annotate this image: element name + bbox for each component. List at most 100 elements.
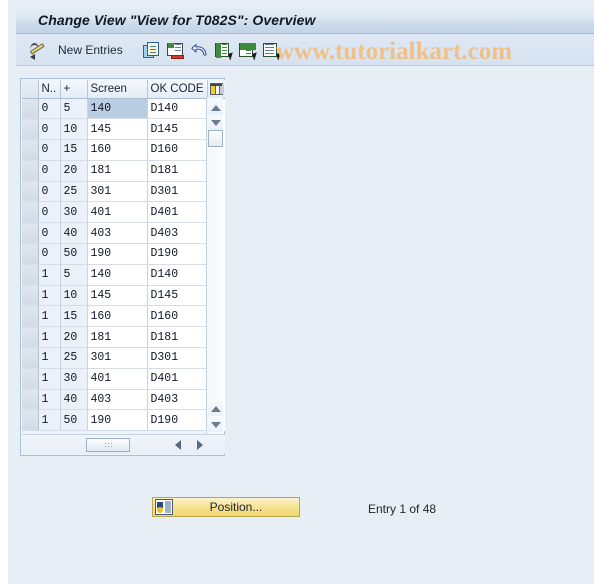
cell-screen[interactable]: 190	[87, 243, 148, 265]
cell-okcode[interactable]: D145	[147, 285, 208, 307]
table-row[interactable]: 0 20 181 D181	[22, 160, 225, 182]
edit-button[interactable]	[29, 40, 49, 60]
cell-screen[interactable]: 140	[87, 98, 148, 120]
column-header-select[interactable]	[22, 80, 39, 99]
cell-plus[interactable]: 40	[60, 222, 88, 245]
cell-screen[interactable]: 401	[87, 201, 148, 224]
cell-okcode[interactable]: D401	[147, 368, 208, 390]
cell-plus[interactable]: 15	[60, 305, 88, 328]
cell-okcode[interactable]: D160	[147, 305, 208, 328]
row-selector[interactable]	[22, 222, 39, 245]
select-all-button[interactable]	[215, 40, 235, 61]
row-selector[interactable]	[22, 305, 39, 328]
new-entries-button[interactable]: New Entries	[58, 40, 123, 60]
vertical-scrollbar[interactable]	[206, 98, 223, 435]
cell-n[interactable]: 0	[38, 181, 61, 203]
cell-n[interactable]: 1	[38, 326, 61, 349]
cell-plus[interactable]: 10	[60, 285, 88, 307]
cell-screen[interactable]: 403	[87, 389, 148, 411]
cell-screen[interactable]: 181	[87, 160, 148, 182]
column-header-n[interactable]: N..	[38, 80, 61, 99]
row-selector[interactable]	[22, 118, 39, 141]
table-row[interactable]: 0 5 140 D140	[22, 98, 225, 120]
table-settings-button[interactable]	[207, 80, 225, 99]
cell-screen[interactable]: 145	[87, 118, 148, 141]
delete-button[interactable]	[167, 40, 185, 60]
cell-okcode[interactable]: D160	[147, 139, 208, 161]
column-header-okcode[interactable]: OK CODE	[147, 80, 208, 99]
row-selector[interactable]	[22, 139, 39, 161]
scroll-right-button[interactable]	[192, 437, 208, 453]
horizontal-scrollbar[interactable]	[22, 434, 225, 454]
cell-okcode[interactable]: D401	[147, 201, 208, 224]
cell-plus[interactable]: 25	[60, 347, 88, 369]
cell-plus[interactable]: 40	[60, 389, 88, 411]
column-header-screen[interactable]: Screen	[87, 80, 148, 99]
cell-okcode[interactable]: D190	[147, 409, 208, 432]
cell-n[interactable]: 0	[38, 160, 61, 182]
undo-button[interactable]	[191, 40, 209, 60]
table-row[interactable]: 0 10 145 D145	[22, 118, 225, 141]
cell-plus[interactable]: 25	[60, 181, 88, 203]
table-row[interactable]: 1 20 181 D181	[22, 326, 225, 349]
table-row[interactable]: 0 30 401 D401	[22, 201, 225, 224]
scroll-left-button[interactable]	[170, 437, 186, 453]
table-row[interactable]: 1 40 403 D403	[22, 389, 225, 411]
row-selector[interactable]	[22, 160, 39, 182]
cell-screen[interactable]: 145	[87, 285, 148, 307]
row-selector[interactable]	[22, 181, 39, 203]
table-row[interactable]: 0 25 301 D301	[22, 181, 225, 203]
cell-okcode[interactable]: D301	[147, 347, 208, 369]
cell-screen[interactable]: 160	[87, 305, 148, 328]
cell-n[interactable]: 1	[38, 409, 61, 432]
table-row[interactable]: 1 30 401 D401	[22, 368, 225, 390]
scroll-page-up-button[interactable]	[208, 401, 223, 416]
table-row[interactable]: 1 15 160 D160	[22, 305, 225, 328]
cell-screen[interactable]: 181	[87, 326, 148, 349]
cell-plus[interactable]: 5	[60, 264, 88, 286]
row-selector[interactable]	[22, 243, 39, 265]
row-selector[interactable]	[22, 347, 39, 369]
table-row[interactable]: 1 50 190 D190	[22, 409, 225, 432]
cell-plus[interactable]: 5	[60, 98, 88, 120]
vertical-scrollbar-thumb[interactable]	[208, 130, 223, 147]
cell-plus[interactable]: 10	[60, 118, 88, 141]
cell-screen[interactable]: 160	[87, 139, 148, 161]
cell-okcode[interactable]: D403	[147, 222, 208, 245]
cell-n[interactable]: 0	[38, 222, 61, 245]
cell-n[interactable]: 0	[38, 201, 61, 224]
table-row[interactable]: 1 10 145 D145	[22, 285, 225, 307]
row-selector[interactable]	[22, 201, 39, 224]
cell-plus[interactable]: 20	[60, 160, 88, 182]
table-row[interactable]: 1 25 301 D301	[22, 347, 225, 369]
row-selector[interactable]	[22, 326, 39, 349]
row-selector[interactable]	[22, 389, 39, 411]
table-row[interactable]: 0 40 403 D403	[22, 222, 225, 245]
copy-button[interactable]	[143, 40, 161, 60]
cell-screen[interactable]: 190	[87, 409, 148, 432]
cell-plus[interactable]: 20	[60, 326, 88, 349]
cell-n[interactable]: 1	[38, 285, 61, 307]
cell-okcode[interactable]: D403	[147, 389, 208, 411]
cell-n[interactable]: 0	[38, 118, 61, 141]
horizontal-scrollbar-thumb[interactable]	[86, 438, 130, 452]
row-selector[interactable]	[22, 98, 39, 120]
cell-okcode[interactable]: D190	[147, 243, 208, 265]
deselect-all-button[interactable]	[239, 40, 259, 61]
row-selector[interactable]	[22, 409, 39, 432]
column-header-plus[interactable]: +	[60, 80, 88, 99]
cell-screen[interactable]: 140	[87, 264, 148, 286]
scroll-up-button[interactable]	[208, 100, 223, 115]
row-selector[interactable]	[22, 285, 39, 307]
scroll-page-down-button[interactable]	[208, 417, 223, 432]
table-row[interactable]: 1 5 140 D140	[22, 264, 225, 286]
cell-n[interactable]: 0	[38, 98, 61, 120]
cell-okcode[interactable]: D145	[147, 118, 208, 141]
row-selector[interactable]	[22, 264, 39, 286]
row-selector[interactable]	[22, 368, 39, 390]
cell-n[interactable]: 1	[38, 264, 61, 286]
cell-plus[interactable]: 30	[60, 368, 88, 390]
cell-okcode[interactable]: D140	[147, 264, 208, 286]
position-button[interactable]: Position...	[152, 497, 300, 517]
cell-n[interactable]: 1	[38, 368, 61, 390]
